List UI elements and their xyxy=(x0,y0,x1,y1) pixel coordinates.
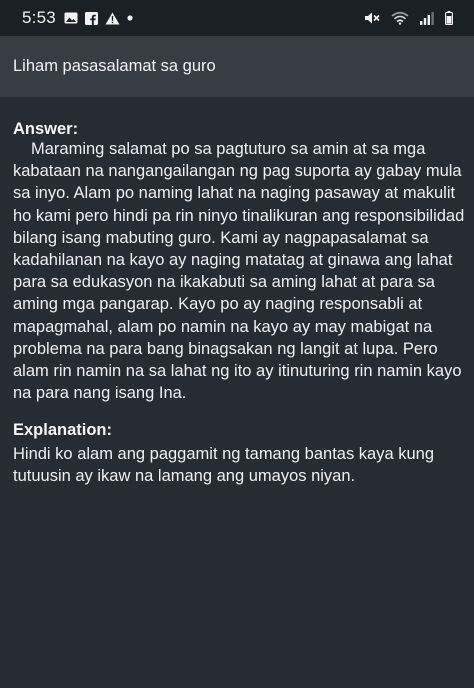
battery-icon xyxy=(445,11,453,25)
answer-content: Answer: Maraming salamat po sa pagtuturo… xyxy=(0,98,474,688)
status-bar: 5:53 xyxy=(0,0,474,36)
image-icon xyxy=(64,12,78,24)
wifi-icon xyxy=(391,11,409,25)
answer-label: Answer: xyxy=(13,120,79,138)
status-time: 5:53 xyxy=(22,8,56,27)
warning-icon xyxy=(105,12,120,25)
explanation-label: Explanation: xyxy=(13,421,113,439)
dot-icon xyxy=(127,15,133,21)
question-title: Liham pasasalamat sa guro xyxy=(13,57,216,75)
mute-icon xyxy=(364,11,380,25)
question-header: Liham pasasalamat sa guro xyxy=(0,36,474,98)
signal-icon xyxy=(420,11,434,25)
facebook-icon xyxy=(84,11,98,25)
answer-text: Maraming salamat po sa pagtuturo sa amin… xyxy=(13,140,465,403)
explanation-text: Hindi ko alam ang paggamit ng tamang ban… xyxy=(13,445,435,486)
status-right-icons xyxy=(364,11,460,25)
